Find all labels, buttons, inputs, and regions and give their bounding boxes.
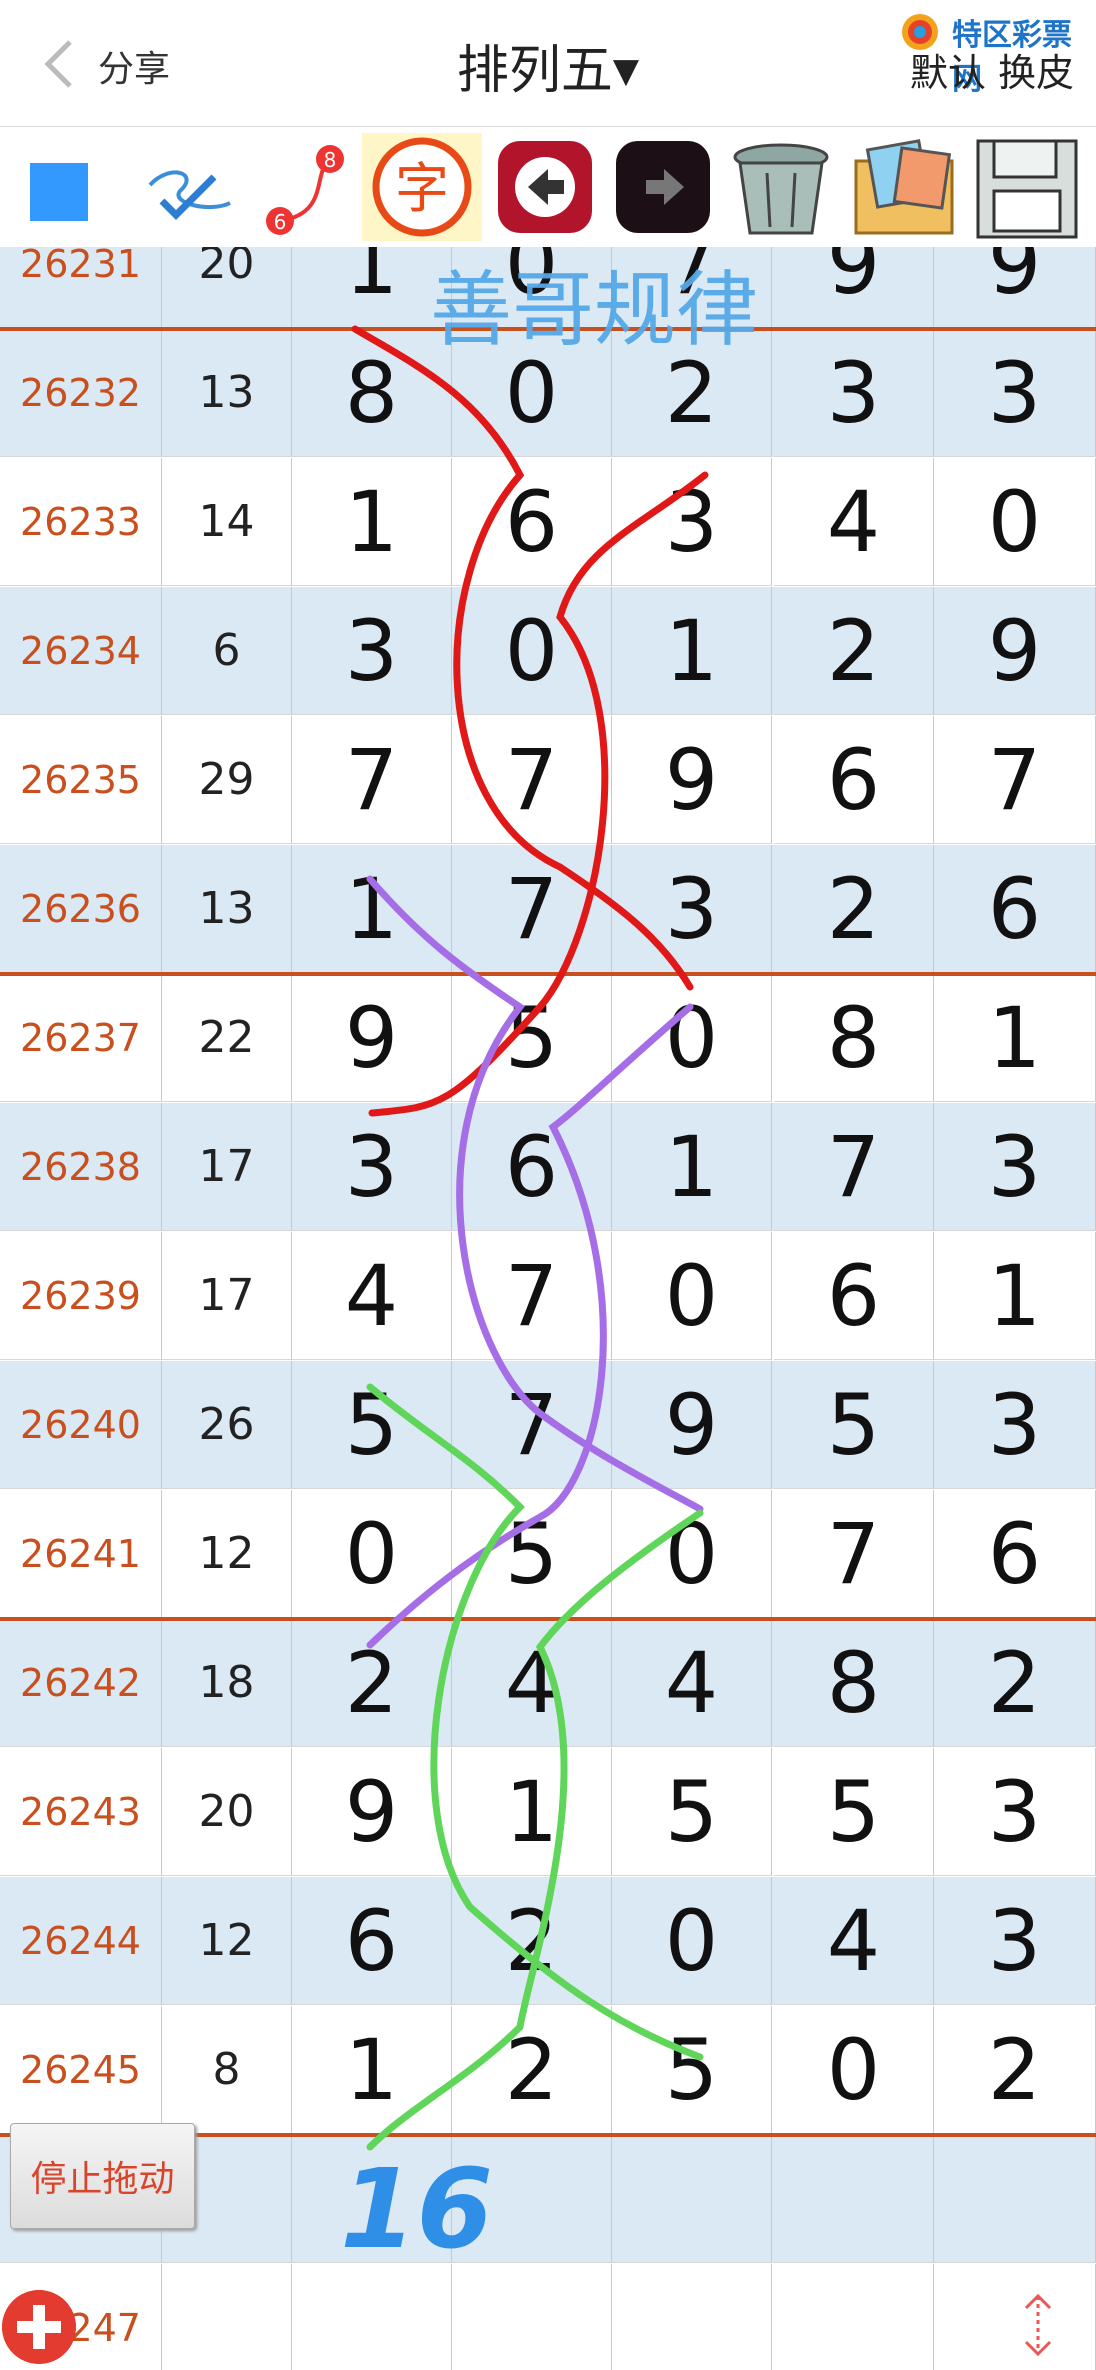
scroll-drag-handle-icon[interactable]	[1016, 2290, 1060, 2360]
dropdown-caret-icon: ▼	[612, 51, 640, 91]
redo-arrow-icon[interactable]	[608, 133, 718, 241]
change-skin-button[interactable]: 换皮	[998, 51, 1074, 95]
add-plus-icon[interactable]	[2, 2290, 76, 2364]
handwritten-16: 16	[340, 2145, 493, 2273]
badge-6: 6	[274, 210, 287, 234]
badge-8: 8	[324, 148, 337, 172]
lottery-history-grid: 26231 20 1 0 7 9 9 26232 13 8 0 2 3 3 26233 14 1 6 3 4 0 2623…	[0, 247, 1096, 2370]
square-color-icon[interactable]	[20, 133, 100, 241]
text-tool-label: 字	[395, 157, 449, 220]
trash-icon[interactable]	[722, 133, 840, 241]
text-tool-icon[interactable]: 字	[362, 133, 482, 241]
app-header: 分享 排列五▼ 特区彩票网 默认 换皮	[0, 0, 1096, 127]
connect-numbers-icon[interactable]: 6 8	[250, 133, 360, 241]
default-skin-button[interactable]: 默认	[910, 51, 986, 95]
pen-check-icon[interactable]	[140, 133, 240, 241]
lottery-type-title: 排列五	[456, 41, 613, 101]
stop-drag-button[interactable]: 停止拖动	[10, 2123, 195, 2229]
handwritten-note: 16	[340, 2145, 493, 2273]
drawing-toolbar: 6 8 字	[0, 127, 1096, 247]
gallery-folder-icon[interactable]	[846, 133, 964, 241]
undo-arrow-icon[interactable]	[490, 133, 600, 241]
skin-controls: 默认 换皮	[910, 42, 1074, 97]
save-floppy-icon[interactable]	[968, 133, 1086, 241]
